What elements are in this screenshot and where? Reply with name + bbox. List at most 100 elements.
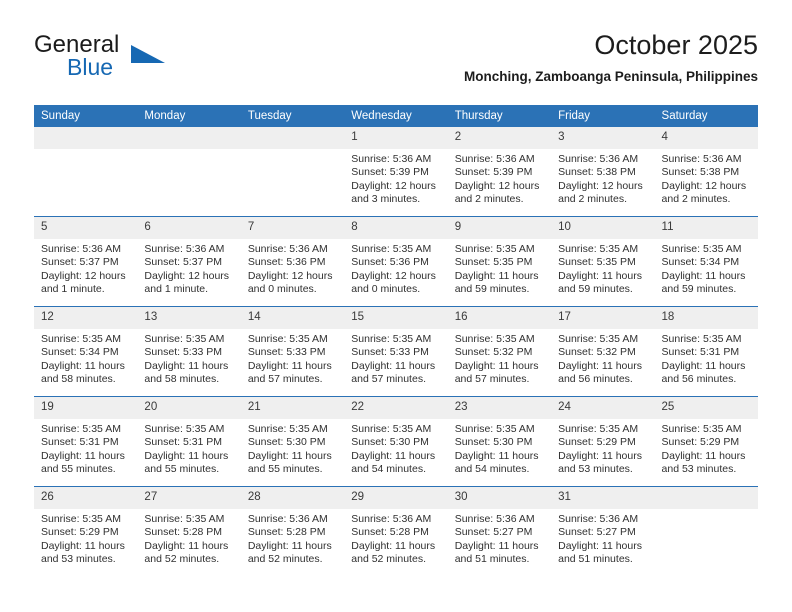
daylight-line-2: and 55 minutes. [144, 463, 220, 476]
calendar-day-cell[interactable]: 30 Sunrise: 5:36 AM Sunset: 5:27 PM Dayligh… [447, 486, 552, 576]
daylight-text: Daylight: 11 hours [41, 449, 125, 462]
calendar-day-cell[interactable]: 22 Sunrise: 5:35 AM Sunset: 5:30 PM Dayligh… [344, 396, 448, 487]
sunrise-text: Sunrise: 5:35 AM [454, 333, 535, 345]
calendar-day-cell[interactable]: 23 Sunrise: 5:35 AM Sunset: 5:30 PM Dayligh… [447, 396, 552, 487]
day-number [654, 487, 758, 509]
day-number [240, 127, 345, 149]
day-number: 17 [551, 307, 655, 329]
sunrise-text: Sunrise: 5:36 AM [454, 513, 535, 525]
day-number: 6 [137, 217, 241, 239]
calendar-day-cell[interactable]: 29 Sunrise: 5:36 AM Sunset: 5:28 PM Dayligh… [344, 486, 448, 576]
sunset-text: Sunset: 5:35 PM [558, 256, 636, 269]
sunrise-text: Sunrise: 5:35 AM [351, 243, 432, 255]
daylight-line-2: and 58 minutes. [144, 373, 220, 386]
day-number: 15 [344, 307, 448, 329]
sunset-text: Sunset: 5:31 PM [661, 346, 740, 359]
day-number: 5 [34, 217, 138, 239]
weekday-header-saturday: Saturday [654, 105, 758, 127]
calendar-day-cell-empty [240, 127, 345, 217]
calendar-day-cell[interactable]: 19 Sunrise: 5:35 AM Sunset: 5:31 PM Dayligh… [34, 396, 138, 487]
day-details: Sunrise: 5:35 AM Sunset: 5:31 PM Daylight:… [655, 329, 758, 387]
day-number: 23 [447, 397, 552, 419]
day-number: 12 [34, 307, 138, 329]
sunset-text: Sunset: 5:32 PM [454, 346, 533, 359]
calendar-day-cell[interactable]: 10 Sunrise: 5:35 AM Sunset: 5:35 PM Dayligh… [551, 216, 655, 307]
day-details: Sunrise: 5:35 AM Sunset: 5:30 PM Daylight:… [241, 419, 344, 477]
day-number: 27 [137, 487, 241, 509]
calendar-day-cell[interactable]: 28 Sunrise: 5:36 AM Sunset: 5:28 PM Dayligh… [240, 486, 345, 576]
sunrise-text: Sunrise: 5:35 AM [454, 243, 535, 255]
calendar-day-cell[interactable]: 20 Sunrise: 5:35 AM Sunset: 5:31 PM Dayligh… [137, 396, 241, 487]
sunset-text: Sunset: 5:29 PM [41, 526, 119, 539]
calendar-day-cell[interactable]: 4 Sunrise: 5:36 AM Sunset: 5:38 PM Daylight… [654, 127, 758, 217]
daylight-text: Daylight: 12 hours [144, 269, 230, 282]
weekday-header-thursday: Thursday [447, 105, 552, 127]
day-details: Sunrise: 5:36 AM Sunset: 5:38 PM Daylight:… [551, 149, 654, 207]
calendar-week-row: 19 Sunrise: 5:35 AM Sunset: 5:31 PM Dayligh… [34, 396, 758, 487]
daylight-line-2: and 3 minutes. [351, 193, 421, 206]
calendar-day-cell[interactable]: 17 Sunrise: 5:35 AM Sunset: 5:32 PM Dayligh… [551, 306, 655, 397]
day-number: 18 [654, 307, 758, 329]
calendar-day-cell-empty [654, 486, 758, 576]
calendar-day-cell[interactable]: 6 Sunrise: 5:36 AM Sunset: 5:37 PM Daylight… [137, 216, 241, 307]
brand-logo[interactable]: General Blue [34, 32, 214, 88]
sunrise-text: Sunrise: 5:36 AM [144, 243, 225, 255]
weekday-header-wednesday: Wednesday [344, 105, 448, 127]
calendar-day-cell[interactable]: 14 Sunrise: 5:35 AM Sunset: 5:33 PM Dayligh… [240, 306, 345, 397]
weekday-header-friday: Friday [551, 105, 655, 127]
sunset-text: Sunset: 5:36 PM [247, 256, 326, 269]
day-number: 24 [551, 397, 655, 419]
calendar-day-cell-empty [137, 127, 241, 217]
brand-name-blue: Blue [67, 54, 114, 80]
calendar-day-cell[interactable]: 13 Sunrise: 5:35 AM Sunset: 5:33 PM Dayligh… [137, 306, 241, 397]
sunset-text: Sunset: 5:31 PM [41, 436, 119, 449]
day-details: Sunrise: 5:36 AM Sunset: 5:28 PM Daylight:… [241, 509, 344, 567]
day-details: Sunrise: 5:35 AM Sunset: 5:35 PM Daylight:… [448, 239, 551, 297]
calendar-day-cell[interactable]: 21 Sunrise: 5:35 AM Sunset: 5:30 PM Dayligh… [240, 396, 345, 487]
daylight-line-2: and 1 minute. [144, 283, 209, 296]
day-number [137, 127, 241, 149]
sunrise-text: Sunrise: 5:36 AM [247, 243, 328, 255]
daylight-line-2: and 55 minutes. [41, 463, 116, 476]
daylight-text: Daylight: 11 hours [454, 359, 539, 372]
calendar-day-cell[interactable]: 8 Sunrise: 5:35 AM Sunset: 5:36 PM Daylight… [344, 216, 448, 307]
calendar-day-cell[interactable]: 7 Sunrise: 5:36 AM Sunset: 5:36 PM Daylight… [240, 216, 345, 307]
calendar-day-cell[interactable]: 26 Sunrise: 5:35 AM Sunset: 5:29 PM Dayligh… [34, 486, 138, 576]
daylight-text: Daylight: 11 hours [351, 449, 436, 462]
calendar-day-cell[interactable]: 18 Sunrise: 5:35 AM Sunset: 5:31 PM Dayligh… [654, 306, 758, 397]
calendar-day-cell[interactable]: 31 Sunrise: 5:36 AM Sunset: 5:27 PM Dayligh… [551, 486, 655, 576]
calendar-day-cell[interactable]: 15 Sunrise: 5:35 AM Sunset: 5:33 PM Dayligh… [344, 306, 448, 397]
calendar-day-cell[interactable]: 1 Sunrise: 5:36 AM Sunset: 5:39 PM Daylight… [344, 127, 448, 217]
calendar-day-cell[interactable]: 16 Sunrise: 5:35 AM Sunset: 5:32 PM Dayligh… [447, 306, 552, 397]
calendar-day-cell[interactable]: 2 Sunrise: 5:36 AM Sunset: 5:39 PM Daylight… [447, 127, 552, 217]
calendar-day-cell[interactable]: 12 Sunrise: 5:35 AM Sunset: 5:34 PM Dayligh… [34, 306, 138, 397]
daylight-text: Daylight: 12 hours [351, 179, 436, 192]
sunrise-text: Sunrise: 5:35 AM [41, 333, 121, 345]
daylight-line-2: and 59 minutes. [454, 283, 530, 296]
sunrise-text: Sunrise: 5:35 AM [558, 243, 639, 255]
page-title: October 2025 [594, 30, 758, 60]
day-number: 8 [344, 217, 448, 239]
day-number: 20 [137, 397, 241, 419]
daylight-text: Daylight: 11 hours [247, 359, 332, 372]
page-header: General Blue October 2025 Monching, Zamb… [34, 28, 758, 94]
day-details: Sunrise: 5:36 AM Sunset: 5:28 PM Daylight:… [344, 509, 447, 567]
calendar-day-cell[interactable]: 27 Sunrise: 5:35 AM Sunset: 5:28 PM Dayligh… [137, 486, 241, 576]
sunrise-text: Sunrise: 5:35 AM [558, 423, 639, 435]
day-details: Sunrise: 5:36 AM Sunset: 5:39 PM Daylight:… [448, 149, 551, 207]
daylight-line-2: and 59 minutes. [558, 283, 633, 296]
calendar-day-cell[interactable]: 25 Sunrise: 5:35 AM Sunset: 5:29 PM Dayligh… [654, 396, 758, 487]
sunrise-text: Sunrise: 5:35 AM [661, 423, 742, 435]
calendar-day-cell[interactable]: 5 Sunrise: 5:36 AM Sunset: 5:37 PM Daylight… [34, 216, 138, 307]
calendar-day-cell[interactable]: 24 Sunrise: 5:35 AM Sunset: 5:29 PM Dayligh… [551, 396, 655, 487]
daylight-text: Daylight: 12 hours [247, 269, 333, 282]
calendar-day-cell[interactable]: 11 Sunrise: 5:35 AM Sunset: 5:34 PM Dayligh… [654, 216, 758, 307]
sunrise-text: Sunrise: 5:35 AM [351, 333, 432, 345]
calendar-day-cell[interactable]: 3 Sunrise: 5:36 AM Sunset: 5:38 PM Daylight… [551, 127, 655, 217]
daylight-text: Daylight: 11 hours [454, 539, 539, 552]
calendar-day-cell[interactable]: 9 Sunrise: 5:35 AM Sunset: 5:35 PM Daylight… [447, 216, 552, 307]
day-number: 11 [654, 217, 758, 239]
calendar-day-cell-empty [34, 127, 138, 217]
sunset-text: Sunset: 5:28 PM [351, 526, 429, 539]
day-number [34, 127, 138, 149]
